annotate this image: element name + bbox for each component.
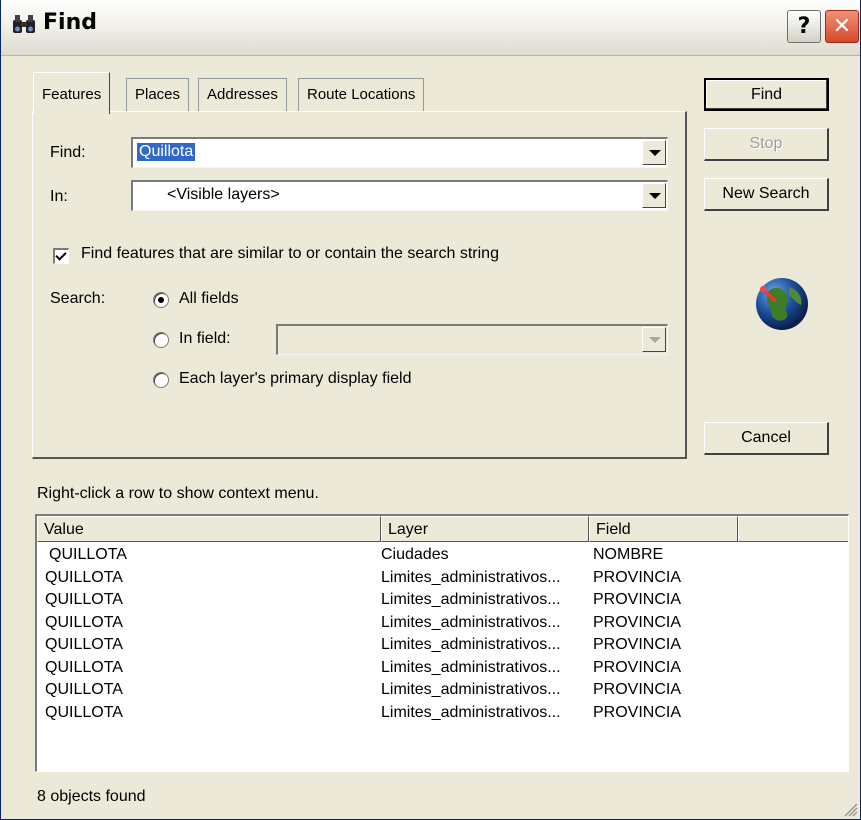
cell-field: PROVINCIA <box>593 636 682 653</box>
cell-field: PROVINCIA <box>593 681 682 698</box>
column-header-value[interactable]: Value <box>37 516 381 542</box>
cell-layer: Limites_administrativos... <box>381 591 561 608</box>
window-title: Find <box>43 10 97 35</box>
radio-all-fields[interactable] <box>153 292 169 308</box>
cell-layer: Limites_administrativos... <box>381 636 561 653</box>
find-dropdown-arrow-icon[interactable] <box>642 140 666 165</box>
tab-places[interactable]: Places <box>126 78 190 112</box>
status-text: 8 objects found <box>37 788 146 805</box>
table-row[interactable]: QUILLOTA Limites_administrativos... PROVIN… <box>37 636 847 658</box>
cell-value: QUILLOTA <box>45 613 123 631</box>
cell-value: QUILLOTA <box>49 546 127 563</box>
close-button[interactable]: ✕ <box>825 10 859 43</box>
cell-value: QUILLOTA <box>45 681 123 698</box>
cell-value: QUILLOTA <box>45 568 123 586</box>
radio-primary-field[interactable] <box>153 372 169 388</box>
similar-checkbox[interactable] <box>53 248 69 264</box>
in-label: In: <box>50 188 68 205</box>
in-layers-value: <Visible layers> <box>167 186 280 203</box>
cell-layer: Limites_administrativos... <box>381 658 561 676</box>
help-button[interactable]: ? <box>787 10 821 43</box>
binoculars-icon <box>13 15 35 33</box>
cell-field: PROVINCIA <box>593 703 682 721</box>
title-bar[interactable]: Find ? ✕ <box>1 0 860 56</box>
cell-layer: Ciudades <box>381 546 449 563</box>
table-row[interactable]: QUILLOTA Limites_administrativos... PROVIN… <box>37 591 847 613</box>
in-dropdown-arrow-icon[interactable] <box>642 183 666 208</box>
radio-in-field-label[interactable]: In field: <box>179 330 231 348</box>
tab-features[interactable]: Features <box>33 72 111 114</box>
cancel-button[interactable]: Cancel <box>704 422 829 455</box>
cell-field: PROVINCIA <box>593 568 682 586</box>
table-row[interactable]: QUILLOTA Limites_administrativos... PROVIN… <box>37 569 847 591</box>
find-label: Find: <box>50 144 86 161</box>
radio-in-field[interactable] <box>153 332 169 348</box>
new-search-button[interactable]: New Search <box>704 178 829 211</box>
cell-layer: Limites_administrativos... <box>381 613 561 631</box>
column-header-field[interactable]: Field <box>589 516 738 542</box>
similar-label[interactable]: Find features that are similar to or con… <box>81 245 499 263</box>
cell-value: QUILLOTA <box>45 658 123 676</box>
cell-layer: Limites_administrativos... <box>381 568 561 586</box>
context-menu-hint: Right-click a row to show context menu. <box>37 485 319 502</box>
cell-value: QUILLOTA <box>45 703 123 721</box>
results-list[interactable]: Value Layer Field QUILLOTA Ciudades NOMBRE… <box>35 514 849 772</box>
in-field-combobox[interactable] <box>276 324 668 355</box>
table-row[interactable]: QUILLOTA Limites_administrativos... PROVIN… <box>37 614 847 636</box>
globe-icon <box>756 278 808 330</box>
radio-all-fields-label[interactable]: All fields <box>179 290 239 308</box>
column-header-layer[interactable]: Layer <box>381 516 589 542</box>
search-label: Search: <box>50 290 106 307</box>
table-row[interactable]: QUILLOTA Limites_administrativos... PROVIN… <box>37 681 847 703</box>
stop-button[interactable]: Stop <box>704 128 829 161</box>
find-button[interactable]: Find <box>704 78 829 111</box>
tab-addresses[interactable]: Addresses <box>198 78 287 112</box>
find-input-value[interactable]: Quillota <box>137 143 196 161</box>
cell-value: QUILLOTA <box>45 591 123 608</box>
radio-primary-field-label[interactable]: Each layer's primary display field <box>179 370 411 388</box>
find-combobox[interactable]: Quillota <box>131 137 668 168</box>
column-header-empty <box>738 516 848 542</box>
cell-layer: Limites_administrativos... <box>381 681 561 698</box>
cell-field: PROVINCIA <box>593 613 682 631</box>
table-row[interactable]: QUILLOTA Limites_administrativos... PROVIN… <box>37 659 847 681</box>
cell-field: NOMBRE <box>593 546 664 563</box>
in-layers-combobox[interactable]: <Visible layers> <box>131 180 668 211</box>
find-dialog: Find ? ✕ Features Places Addresses Route… <box>0 0 861 820</box>
features-panel: Find: Quillota In: <Visible layers> Find… <box>32 111 687 459</box>
cell-field: PROVINCIA <box>593 591 682 608</box>
table-row[interactable]: QUILLOTA Ciudades NOMBRE <box>37 546 847 568</box>
table-row[interactable]: QUILLOTA Limites_administrativos... PROVIN… <box>37 704 847 726</box>
tab-route-locations[interactable]: Route Locations <box>298 78 425 112</box>
cell-layer: Limites_administrativos... <box>381 703 561 721</box>
cell-value: QUILLOTA <box>45 636 123 653</box>
in-field-dropdown-arrow-icon[interactable] <box>642 327 666 352</box>
resize-grip-icon[interactable] <box>840 799 858 817</box>
cell-field: PROVINCIA <box>593 658 682 676</box>
